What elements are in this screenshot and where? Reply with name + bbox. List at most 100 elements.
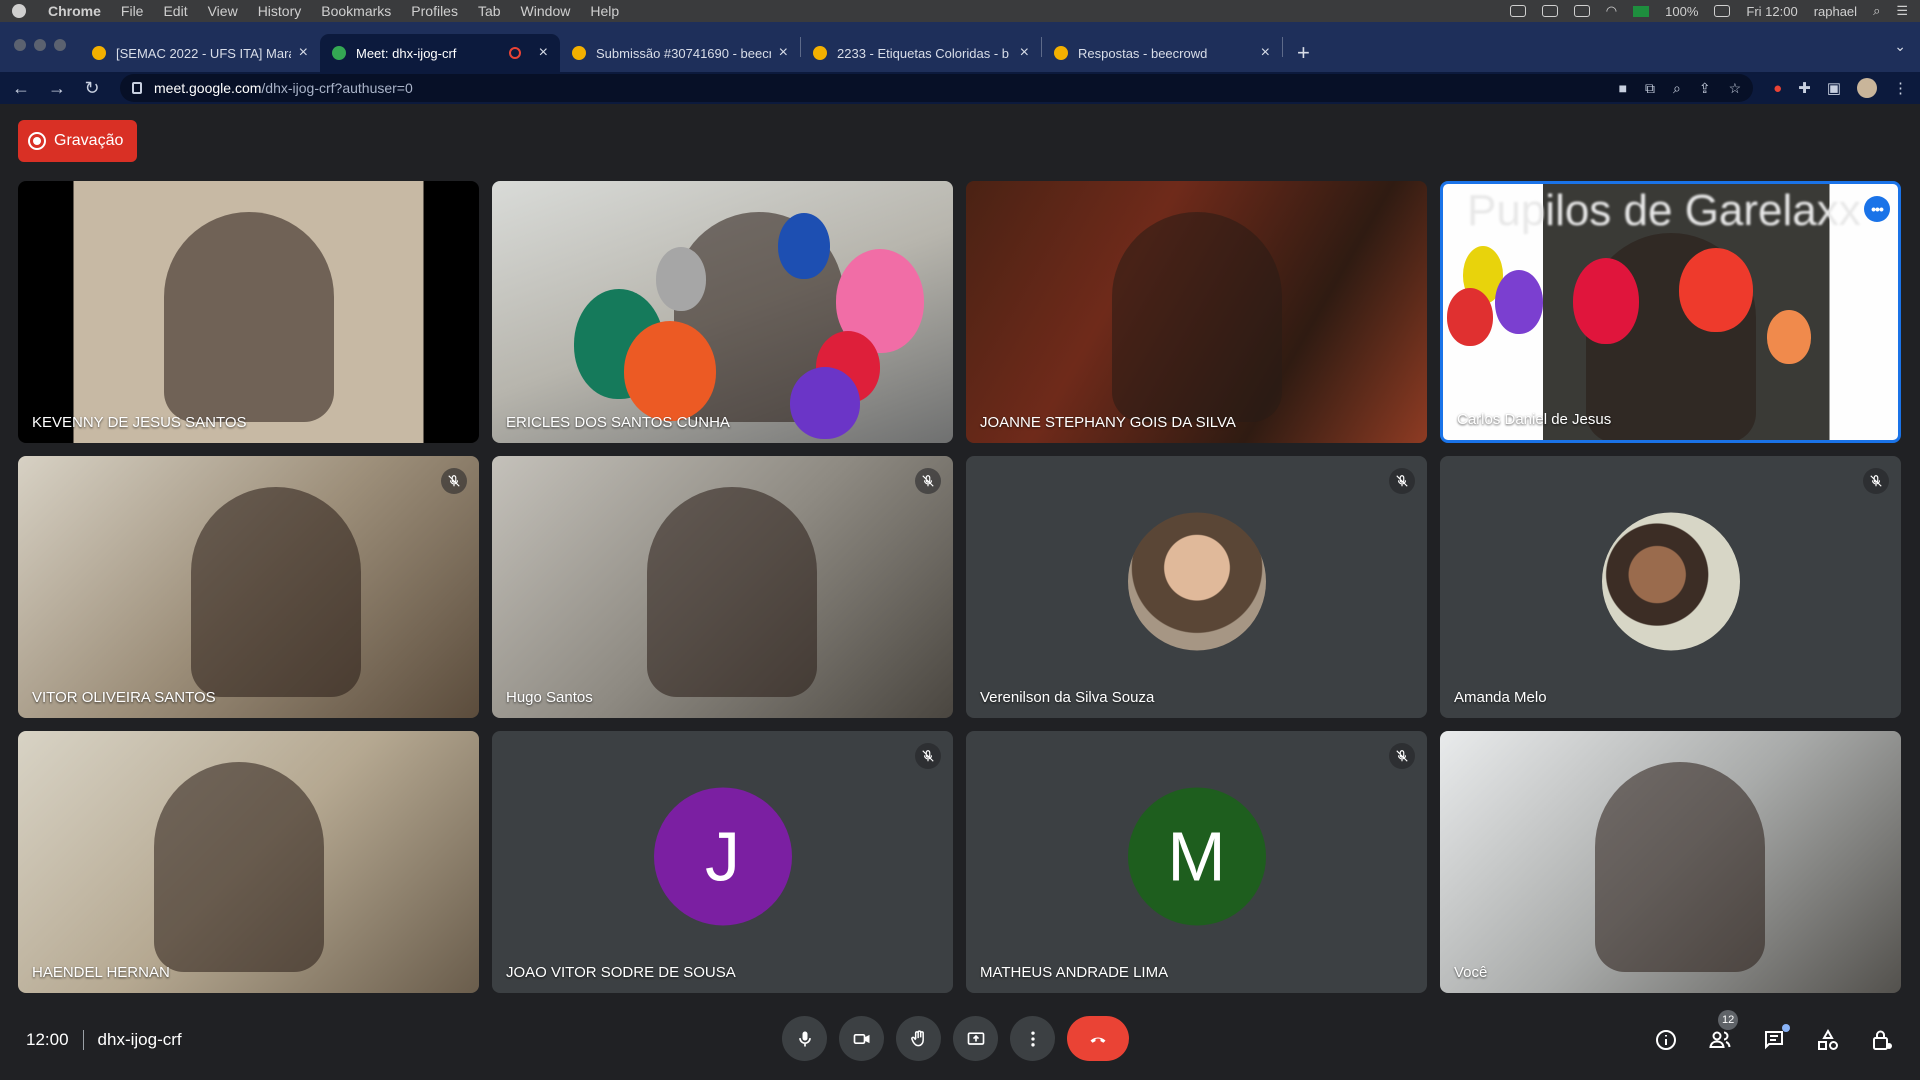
tab-etiquetas[interactable]: 2233 - Etiquetas Coloridas - b × [801,34,1041,72]
participant-name: JOANNE STEPHANY GOIS DA SILVA [980,414,1236,431]
bookmark-star-icon[interactable]: ☆ [1729,80,1742,97]
menu-file[interactable]: File [121,3,144,19]
participant-tile[interactable]: Verenilson da Silva Souza [966,456,1427,718]
balloon-decoration [1767,310,1811,364]
extensions-puzzle-icon[interactable]: ✚ [1798,79,1811,97]
close-icon[interactable]: × [1020,44,1029,62]
call-controls [782,1016,1129,1061]
menu-app-chrome[interactable]: Chrome [48,3,101,19]
chat-icon [1765,1031,1783,1050]
beecrowd-favicon-icon [92,46,106,60]
menu-profiles[interactable]: Profiles [411,3,458,19]
menu-help[interactable]: Help [590,3,619,19]
address-bar[interactable]: meet.google.com /dhx-ijog-crf?authuser=0… [120,74,1754,102]
present-screen-button[interactable] [953,1016,998,1061]
camera-in-use-icon[interactable]: ■ [1619,80,1627,97]
people-button[interactable]: 12 [1708,1010,1739,1052]
microphone-button[interactable] [782,1016,827,1061]
participant-tile[interactable]: KEVENNY DE JESUS SANTOS [18,181,479,443]
wifi-icon[interactable]: ◠ [1606,3,1617,19]
spotlight-search-icon[interactable]: ⌕ [1873,3,1880,19]
participant-tile[interactable]: J JOAO VITOR SODRE DE SOUSA [492,731,953,993]
participant-tile[interactable]: Amanda Melo [1440,456,1901,718]
more-options-button[interactable] [1010,1016,1055,1061]
camera-button[interactable] [839,1016,884,1061]
lock-icon[interactable] [132,82,142,94]
tab-meet[interactable]: Meet: dhx-ijog-crf × [320,34,560,72]
meeting-details-button[interactable] [1654,1028,1678,1052]
battery-icon[interactable] [1714,5,1731,17]
microphone-icon [798,1031,811,1046]
participant-tile[interactable]: JOANNE STEPHANY GOIS DA SILVA [966,181,1427,443]
activities-button[interactable] [1816,1028,1840,1052]
balloon-decoration [1679,248,1753,332]
close-icon[interactable]: × [779,44,788,62]
leave-call-button[interactable] [1067,1016,1129,1061]
host-controls-button[interactable] [1870,1028,1894,1052]
meeting-code[interactable]: dhx-ijog-crf [98,1030,182,1050]
macos-menubar: Chrome File Edit View History Bookmarks … [0,0,1920,22]
tab-search-chevron-down-icon[interactable]: ⌄ [1894,38,1906,55]
close-icon[interactable]: × [299,44,308,62]
close-window-button[interactable] [14,39,26,51]
side-panel-icon[interactable]: ▣ [1827,79,1841,97]
participant-tile-pinned[interactable]: Pupilos de Garelaxx ••• Carlos Daniel de… [1440,181,1901,443]
participant-name: Amanda Melo [1454,689,1547,706]
mic-off-icon [1389,468,1415,494]
window-controls [14,39,66,51]
participant-tile[interactable]: VITOR OLIVEIRA SANTOS [18,456,479,718]
flag-brazil-icon[interactable] [1633,5,1650,17]
self-view-tile[interactable]: Você [1440,731,1901,993]
info-icon [1656,1030,1676,1050]
more-options-button[interactable]: ••• [1864,196,1890,222]
control-center-icon[interactable]: ☰ [1896,3,1908,19]
menu-bookmarks[interactable]: Bookmarks [321,3,391,19]
tab-submissao[interactable]: Submissão #30741690 - beecr × [560,34,800,72]
forward-arrow-icon[interactable]: → [48,78,66,99]
omnibox-actions: ■ ⧉ ⌕ ⇪ ☆ [1619,80,1742,97]
participant-video [154,762,325,973]
reload-icon[interactable]: ↻ [84,78,100,99]
participant-tile[interactable]: ERICLES DOS SANTOS CUNHA [492,181,953,443]
participant-tile[interactable]: Hugo Santos [492,456,953,718]
menu-tab[interactable]: Tab [478,3,501,19]
back-arrow-icon[interactable]: ← [12,78,30,99]
new-tab-button[interactable]: + [1283,34,1324,72]
recording-button[interactable]: Gravação [18,120,138,162]
tab-title: [SEMAC 2022 - UFS ITA] Mara [116,45,291,61]
close-icon[interactable]: × [1261,44,1270,62]
participant-name: VITOR OLIVEIRA SANTOS [32,689,216,706]
minimize-window-button[interactable] [34,39,46,51]
profile-avatar[interactable] [1857,78,1877,98]
participant-name: Hugo Santos [506,689,593,706]
menubar-user[interactable]: raphael [1814,4,1857,19]
menu-window[interactable]: Window [521,3,571,19]
zoom-window-button[interactable] [54,39,66,51]
tab-semac[interactable]: [SEMAC 2022 - UFS ITA] Mara × [80,34,320,72]
apple-icon[interactable] [12,4,26,18]
participant-name: MATHEUS ANDRADE LIMA [980,964,1169,981]
participant-name: ERICLES DOS SANTOS CUNHA [506,414,730,431]
airplay-icon[interactable] [1573,5,1590,17]
tab-respostas[interactable]: Respostas - beecrowd × [1042,34,1282,72]
screen-icon[interactable] [1509,5,1526,17]
extension-record-icon[interactable]: ● [1773,80,1782,97]
chrome-menu-icon[interactable]: ⋮ [1893,79,1908,97]
menu-edit[interactable]: Edit [163,3,187,19]
menubar-clock[interactable]: Fri 12:00 [1746,4,1797,19]
participant-name: Você [1454,964,1488,981]
url-path: /dhx-ijog-crf?authuser=0 [261,80,413,96]
participant-tile[interactable]: HAENDEL HERNAN [18,731,479,993]
bluetooth-icon[interactable] [1541,5,1558,17]
chat-button[interactable] [1762,1024,1790,1052]
translate-icon[interactable]: ⧉ [1645,80,1655,97]
zoom-icon[interactable]: ⌕ [1673,80,1681,97]
browser-toolbar: ← → ↻ meet.google.com /dhx-ijog-crf?auth… [0,72,1920,104]
menu-history[interactable]: History [258,3,302,19]
close-icon[interactable]: × [539,44,548,62]
raise-hand-button[interactable] [896,1016,941,1061]
meet-side-tools: 12 [1654,1010,1894,1052]
menu-view[interactable]: View [208,3,238,19]
share-icon[interactable]: ⇪ [1699,80,1711,97]
participant-tile[interactable]: M MATHEUS ANDRADE LIMA [966,731,1427,993]
